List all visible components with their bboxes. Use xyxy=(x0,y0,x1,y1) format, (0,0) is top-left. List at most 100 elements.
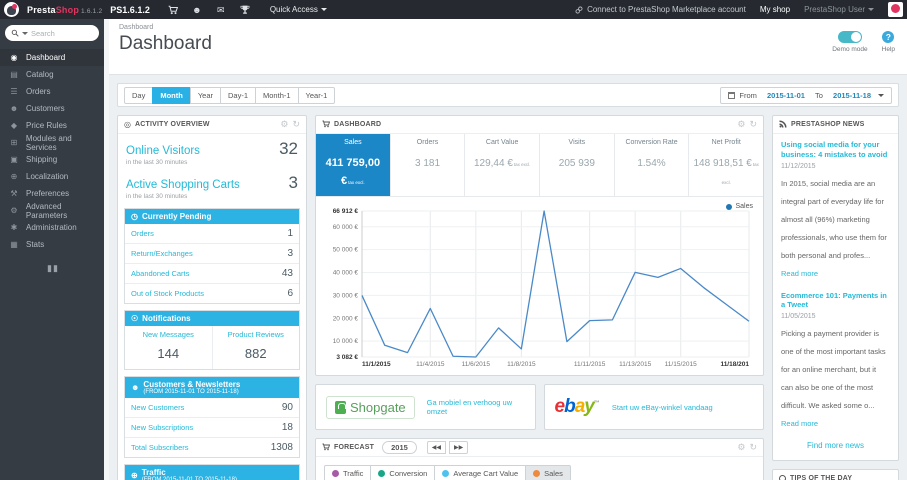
chart-legend[interactable]: Sales xyxy=(726,203,753,210)
quick-access-menu[interactable]: Quick Access xyxy=(270,5,327,14)
range-year-1-button[interactable]: Year-1 xyxy=(297,86,336,104)
forecast-conversion-button[interactable]: Conversion xyxy=(370,465,436,480)
traffic-dot-icon xyxy=(332,470,339,477)
module-icon: ⊞ xyxy=(10,138,18,147)
shop-name-link[interactable]: PS1.6.1.2 xyxy=(110,5,150,15)
product-reviews-link[interactable]: Product Reviews xyxy=(215,330,298,339)
read-more-link[interactable]: Read more xyxy=(781,269,818,278)
kpi-conversion-tab[interactable]: Conversion Rate 1.54% xyxy=(615,134,690,196)
kpi-orders-tab[interactable]: Orders 3 181 xyxy=(391,134,466,196)
kpi-sales-tab[interactable]: Sales 411 759,00 €tax excl. xyxy=(316,134,391,196)
notifications-section: ☉ Notifications New Messages 144 Product … xyxy=(124,310,300,370)
article-title-link[interactable]: Using social media for your business: 4 … xyxy=(781,140,890,160)
forecast-panel: FORECAST 2015 ◀◀ ▶▶ ⚙ ↻ Traffic Conversi… xyxy=(315,438,764,480)
my-shop-link[interactable]: My shop xyxy=(760,5,790,14)
total-subscribers-link[interactable]: Total Subscribers xyxy=(131,443,189,452)
link-icon xyxy=(575,6,583,13)
svg-text:10 000 €: 10 000 € xyxy=(333,338,359,345)
find-more-news-link[interactable]: Find more news xyxy=(781,441,890,450)
cart-icon[interactable] xyxy=(168,5,178,15)
dashboard-cart-icon xyxy=(322,120,331,130)
sidebar: ◉Dashboard ▤Catalog ☰Orders ☻Customers ◆… xyxy=(0,19,104,480)
article-title-link[interactable]: Ecommerce 101: Payments in a Tweet xyxy=(781,291,890,311)
sidebar-item-advanced-parameters[interactable]: ⚙ Advanced Parameters xyxy=(0,202,104,220)
abandoned-carts-link[interactable]: Abandoned Carts xyxy=(131,269,189,278)
kpi-tabs: Sales 411 759,00 €tax excl. Orders 3 181 C… xyxy=(316,134,763,197)
sales-series-dot xyxy=(726,203,733,210)
envelope-icon[interactable]: ✉ xyxy=(216,5,226,15)
range-day-button[interactable]: Day xyxy=(124,86,154,104)
range-day-1-button[interactable]: Day-1 xyxy=(220,86,257,104)
svg-text:40 000 €: 40 000 € xyxy=(333,270,359,277)
sidebar-item-customers[interactable]: ☻ Customers xyxy=(0,100,104,117)
sidebar-item-shipping[interactable]: ▣ Shipping xyxy=(0,151,104,168)
gear-icon[interactable]: ⚙ xyxy=(737,442,745,453)
sidebar-item-stats[interactable]: ▦ Stats xyxy=(0,236,104,253)
chart-icon: ▦ xyxy=(10,240,18,249)
range-year-button[interactable]: Year xyxy=(189,86,221,104)
currently-pending-section: ◷ Currently Pending Orders 1 Return/Exchan… xyxy=(124,208,300,304)
search-input[interactable] xyxy=(31,28,86,38)
forecast-year: 2015 xyxy=(382,441,417,454)
table-row: New Customers 90 xyxy=(125,398,299,418)
main-content: Dashboard Dashboard Demo mode ? Help Day… xyxy=(109,19,907,480)
sidebar-item-preferences[interactable]: ⚒ Preferences xyxy=(0,185,104,202)
trophy-icon[interactable] xyxy=(240,5,250,15)
shopgate-banner[interactable]: Shopgate Ga mobiel en verhoog uw omzet xyxy=(315,384,536,430)
sidebar-search[interactable] xyxy=(5,25,99,41)
range-month-button[interactable]: Month xyxy=(152,86,191,104)
new-customers-link[interactable]: New Customers xyxy=(131,403,184,412)
refresh-icon[interactable]: ↻ xyxy=(292,119,300,130)
shopgate-link[interactable]: Ga mobiel en verhoog uw omzet xyxy=(427,398,525,416)
pending-orders-link[interactable]: Orders xyxy=(131,229,154,238)
online-visitors-link[interactable]: Online Visitors xyxy=(126,145,200,157)
forecast-avg-cart-button[interactable]: Average Cart Value xyxy=(434,465,527,480)
page-title: Dashboard xyxy=(119,33,212,54)
ebay-link[interactable]: Start uw eBay-winkel vandaag xyxy=(612,403,713,412)
customers-newsletters-section: ☻ Customers & Newsletters (FROM 2015-11-01… xyxy=(124,376,300,458)
pending-returns-link[interactable]: Return/Exchanges xyxy=(131,249,193,258)
date-range-picker[interactable]: From 2015-11-01 To 2015-11-18 xyxy=(720,86,892,104)
help-button[interactable]: ? Help xyxy=(882,31,895,53)
forecast-traffic-button[interactable]: Traffic xyxy=(324,465,372,480)
gear-icon[interactable]: ⚙ xyxy=(737,119,745,130)
rss-icon xyxy=(779,120,787,130)
next-year-button[interactable]: ▶▶ xyxy=(449,441,469,454)
shopping-bag-icon xyxy=(335,400,346,414)
sidebar-item-dashboard[interactable]: ◉ Dashboard xyxy=(0,49,104,66)
demo-mode-toggle[interactable]: Demo mode xyxy=(832,31,868,53)
previous-year-button[interactable]: ◀◀ xyxy=(426,441,447,454)
refresh-icon[interactable]: ↻ xyxy=(749,442,757,453)
active-carts-link[interactable]: Active Shopping Carts xyxy=(126,179,240,191)
sidebar-item-catalog[interactable]: ▤ Catalog xyxy=(0,66,104,83)
forecast-sales-button[interactable]: Sales xyxy=(525,465,571,480)
sidebar-item-localization[interactable]: ⊕ Localization xyxy=(0,168,104,185)
user-menu[interactable]: PrestaShop User xyxy=(804,5,874,14)
sidebar-item-price-rules[interactable]: ◆ Price Rules xyxy=(0,117,104,134)
bell-icon: ☉ xyxy=(131,314,139,323)
gears-icon: ⚙ xyxy=(10,206,18,215)
out-of-stock-link[interactable]: Out of Stock Products xyxy=(131,289,204,298)
new-messages-link[interactable]: New Messages xyxy=(127,330,210,339)
range-month-1-button[interactable]: Month-1 xyxy=(255,86,299,104)
breadcrumb[interactable]: Dashboard xyxy=(119,24,897,31)
read-more-link[interactable]: Read more xyxy=(781,419,818,428)
gear-icon[interactable]: ⚙ xyxy=(280,119,288,130)
toggle-icon[interactable] xyxy=(837,31,862,43)
kpi-cart-value-tab[interactable]: Cart Value 129,44 €tax excl. xyxy=(465,134,541,196)
date-filter-bar: Day Month Year Day-1 Month-1 Year-1 From… xyxy=(117,83,899,107)
sidebar-item-administration[interactable]: ✱ Administration xyxy=(0,219,104,236)
marketplace-link[interactable]: Connect to PrestaShop Marketplace accoun… xyxy=(575,5,746,14)
ebay-banner[interactable]: ebay™ Start uw eBay-winkel vandaag xyxy=(543,384,764,430)
sidebar-collapse-button[interactable]: ▮▮ xyxy=(47,263,58,274)
sidebar-item-orders[interactable]: ☰ Orders xyxy=(0,83,104,100)
new-subscriptions-link[interactable]: New Subscriptions xyxy=(131,423,193,432)
globe-icon: ⊕ xyxy=(131,471,138,480)
search-scope-caret[interactable] xyxy=(22,31,28,35)
person-icon[interactable]: ☻ xyxy=(192,5,202,15)
kpi-visits-tab[interactable]: Visits 205 939 xyxy=(540,134,615,196)
refresh-icon[interactable]: ↻ xyxy=(749,119,757,130)
user-avatar[interactable] xyxy=(888,2,903,17)
kpi-net-profit-tab[interactable]: Net Profit 148 918,51 €tax excl. xyxy=(689,134,763,196)
sidebar-item-modules[interactable]: ⊞ Modules and Services xyxy=(0,134,104,152)
